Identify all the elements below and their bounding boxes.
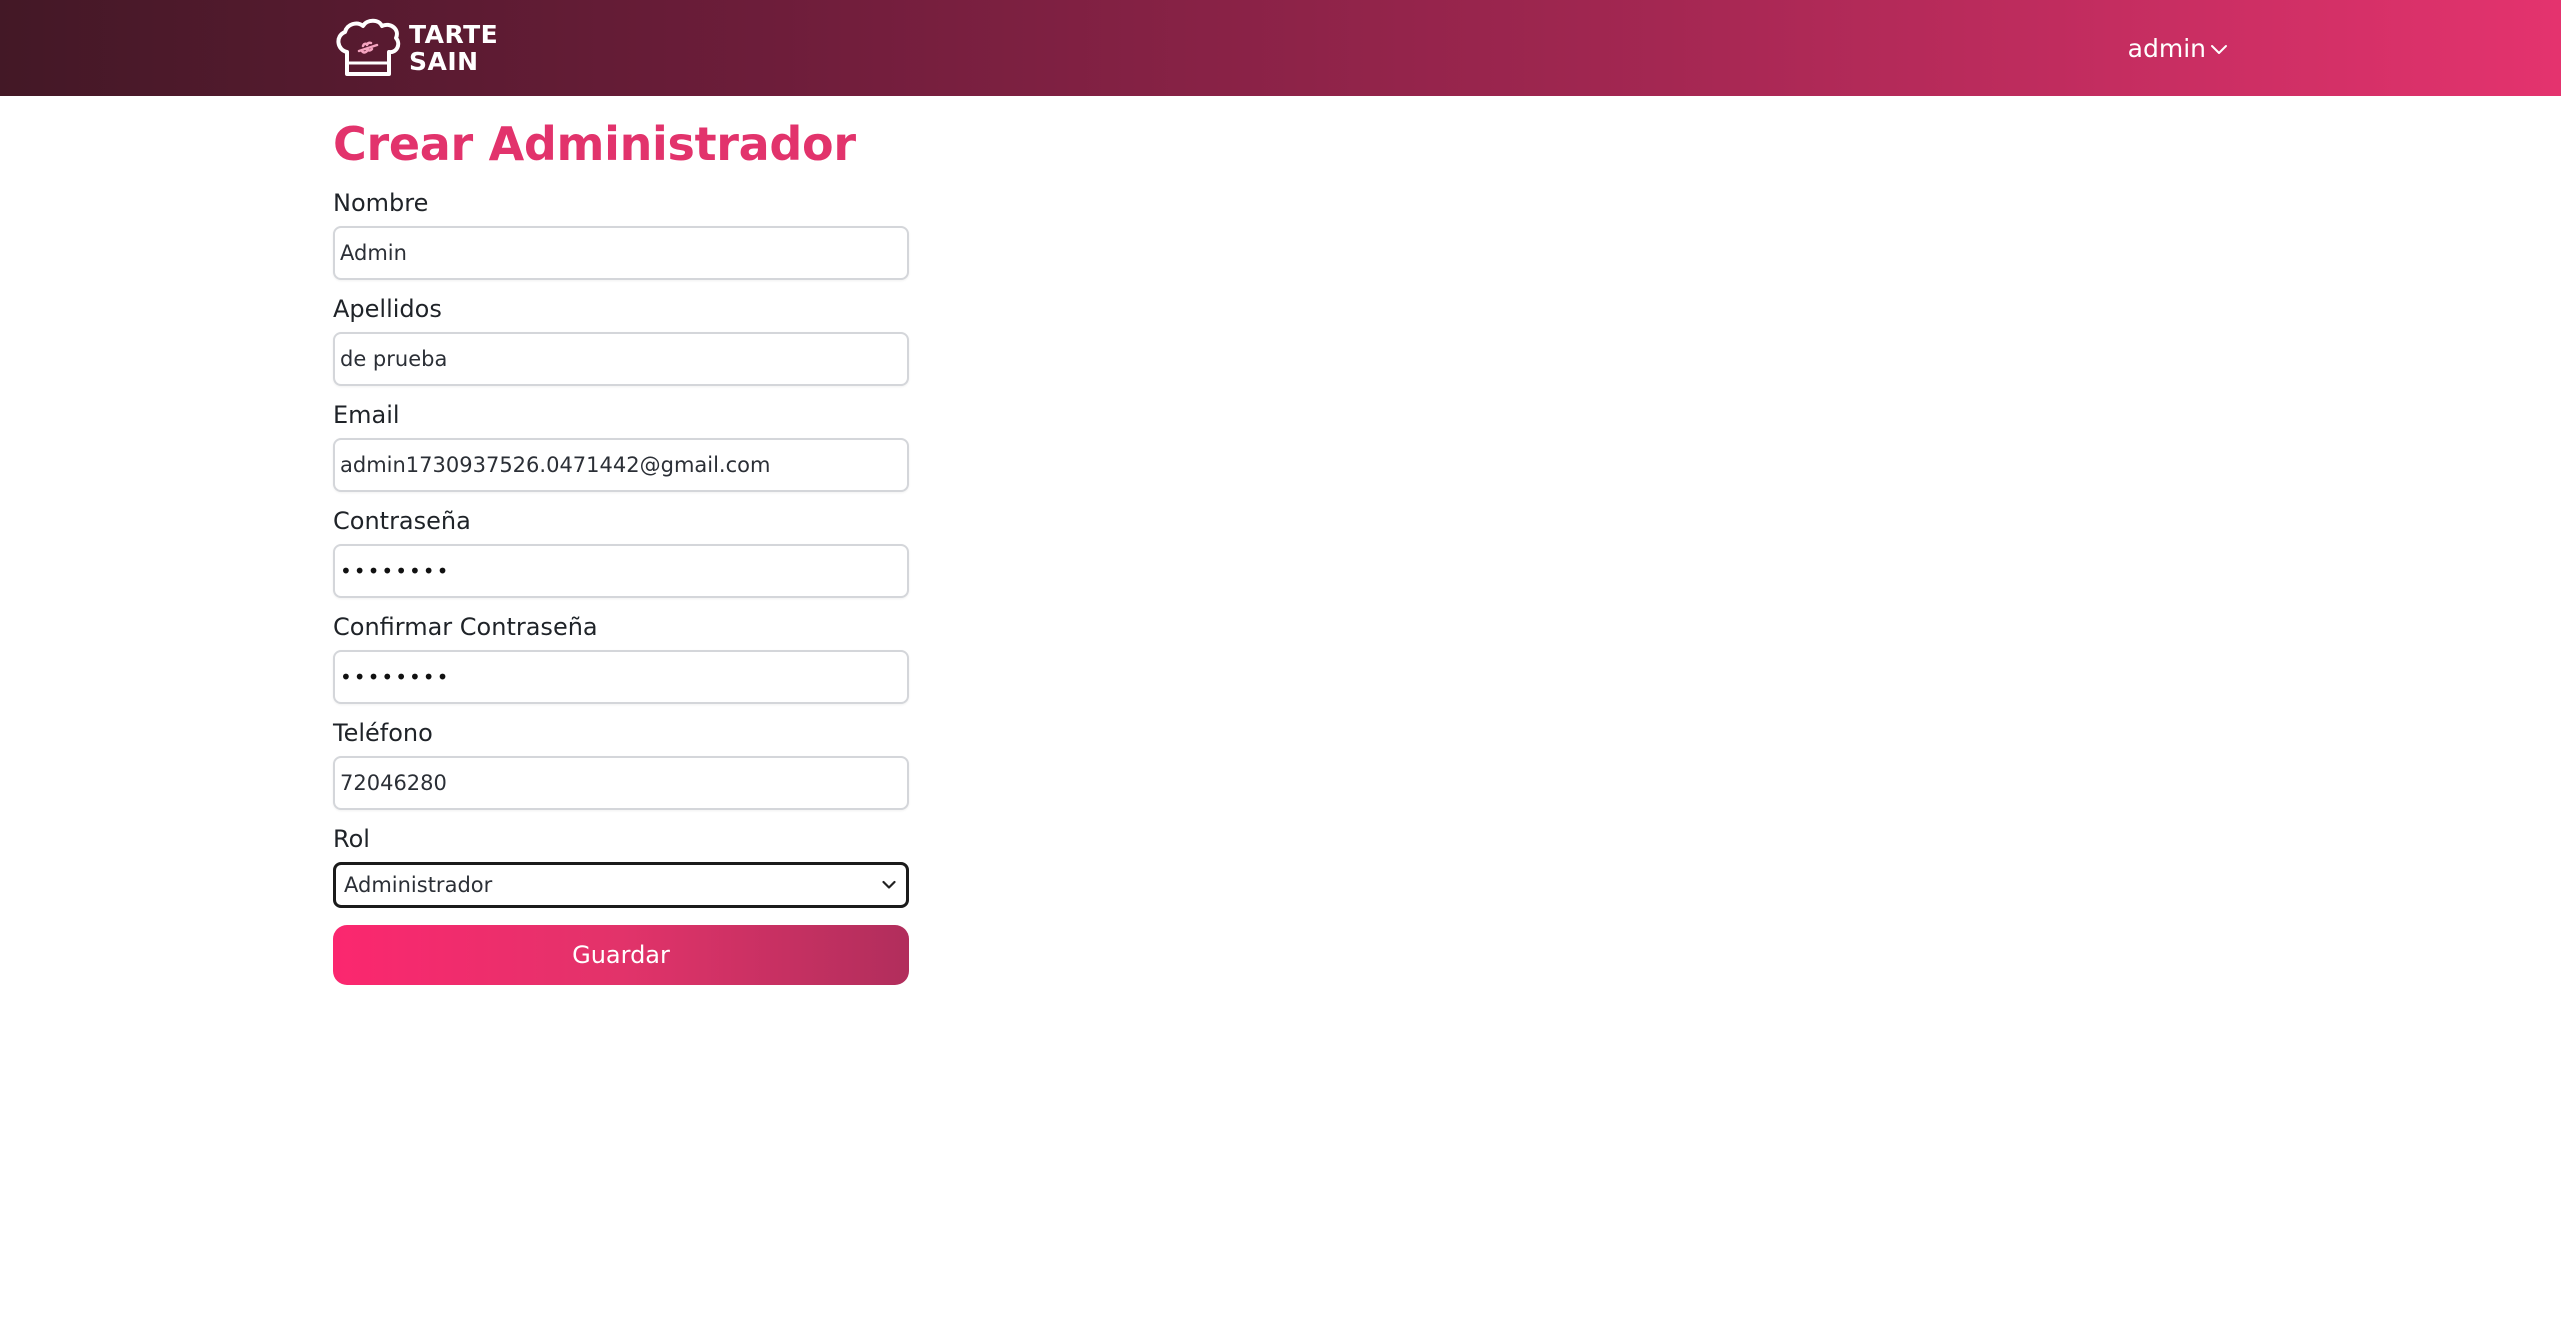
rol-selected-value: Administrador (344, 873, 493, 897)
email-label: Email (333, 401, 400, 429)
rol-field-group: Rol Administrador (333, 824, 909, 908)
main-content: Crear Administrador Nombre Admin Apellid… (333, 96, 909, 985)
confirm-password-label: Confirmar Contraseña (333, 613, 598, 641)
telefono-input[interactable]: 72046280 (333, 756, 909, 810)
apellidos-field-group: Apellidos de prueba (333, 294, 909, 386)
brand-logo[interactable]: TARTE SAIN (333, 18, 498, 78)
apellidos-label: Apellidos (333, 295, 442, 323)
chevron-down-icon (882, 880, 896, 889)
email-input[interactable]: admin1730937526.0471442@gmail.com (333, 438, 909, 492)
user-menu-dropdown[interactable]: admin (2128, 30, 2228, 66)
user-menu-label: admin (2127, 33, 2206, 63)
confirm-password-field-group: Confirmar Contraseña •••••••• (333, 612, 909, 704)
top-navbar: TARTE SAIN admin (0, 0, 2561, 96)
brand-line-2: SAIN (409, 47, 479, 76)
chef-hat-icon (336, 18, 401, 76)
confirm-password-input[interactable]: •••••••• (333, 650, 909, 704)
telefono-value: 72046280 (340, 771, 447, 795)
confirm-password-value: •••••••• (340, 665, 451, 689)
nombre-input[interactable]: Admin (333, 226, 909, 280)
apellidos-value: de prueba (340, 347, 448, 371)
save-button[interactable]: Guardar (333, 925, 909, 985)
rol-label: Rol (333, 825, 370, 853)
rol-select[interactable]: Administrador (333, 862, 909, 908)
page-title: Crear Administrador (333, 117, 856, 171)
telefono-label: Teléfono (333, 719, 433, 747)
password-value: •••••••• (340, 559, 451, 583)
nombre-field-group: Nombre Admin (333, 188, 909, 280)
brand-line-1: TARTE (409, 20, 499, 49)
brand-name: TARTE SAIN (409, 21, 498, 75)
chevron-down-icon (2211, 45, 2227, 54)
password-label: Contraseña (333, 507, 471, 535)
password-field-group: Contraseña •••••••• (333, 506, 909, 598)
email-field-group: Email admin1730937526.0471442@gmail.com (333, 400, 909, 492)
nombre-value: Admin (340, 241, 407, 265)
nombre-label: Nombre (333, 189, 429, 217)
apellidos-input[interactable]: de prueba (333, 332, 909, 386)
password-input[interactable]: •••••••• (333, 544, 909, 598)
telefono-field-group: Teléfono 72046280 (333, 718, 909, 810)
email-value: admin1730937526.0471442@gmail.com (340, 453, 771, 477)
